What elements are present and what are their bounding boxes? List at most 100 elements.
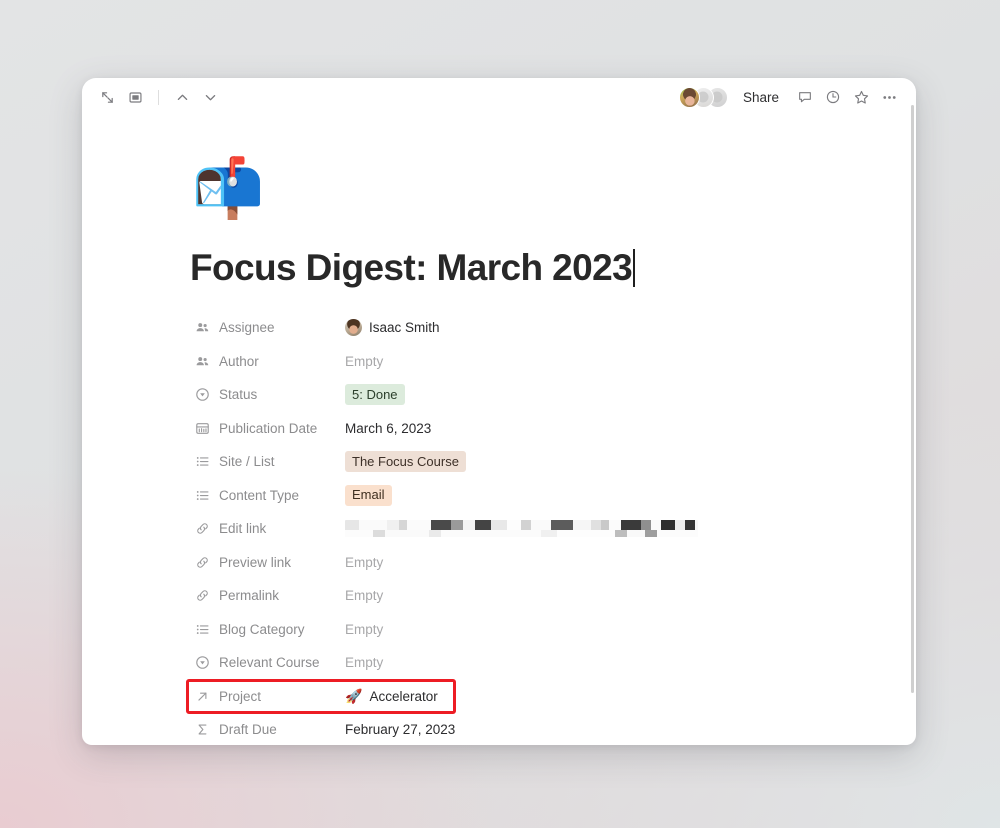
property-label-text: Author [219,353,259,369]
property-row: Project 🚀 Accelerator [190,680,916,714]
property-row: Relevant Course Empty [190,646,916,680]
property-row: Blog Category Empty [190,613,916,647]
calendar-icon [194,420,210,436]
page-title[interactable]: Focus Digest: March 2023 [190,247,635,289]
property-value-text: February 27, 2023 [345,722,456,738]
select-circle-icon [194,655,210,671]
property-value-relevant-course[interactable]: Empty [345,655,916,670]
property-label-edit-link[interactable]: Edit link [190,521,345,537]
page-title-text: Focus Digest: March 2023 [190,247,633,288]
property-empty-placeholder: Empty [345,353,384,369]
status-badge: 5: Done [345,384,405,406]
person-chip: Isaac Smith [345,319,440,337]
property-row: Assignee Isaac Smith [190,311,916,345]
property-row: Content Type Email [190,479,916,513]
link-icon [194,554,210,570]
sidebar-panel-icon[interactable] [122,84,148,110]
property-label-preview-link[interactable]: Preview link [190,554,345,570]
property-label-text: Status [219,387,258,403]
property-row: Permalink Empty [190,579,916,613]
property-label-text: Site / List [219,454,275,470]
property-value-preview-link[interactable]: Empty [345,555,916,570]
relation-emoji-icon: 🚀 [345,687,363,704]
property-label-relevant-course[interactable]: Relevant Course [190,655,345,671]
property-label-publication-date[interactable]: Publication Date [190,420,345,436]
window-toolbar: Share [82,78,916,116]
property-label-draft-due[interactable]: Draft Due [190,722,345,738]
property-empty-placeholder: Empty [345,554,384,570]
page-content: 📬 Focus Digest: March 2023 Assignee Isaac… [82,116,916,745]
text-cursor [633,249,635,287]
property-label-status[interactable]: Status [190,387,345,403]
clock-history-icon[interactable] [820,84,846,110]
property-label-author[interactable]: Author [190,353,345,369]
property-label-text: Blog Category [219,621,305,637]
link-icon [194,521,210,537]
property-label-text: Preview link [219,554,292,570]
property-label-blog-category[interactable]: Blog Category [190,621,345,637]
property-list: Assignee Isaac Smith Author Empty Status 5: D… [190,311,916,745]
property-value-content-type[interactable]: Email [345,484,916,506]
property-label-text: Edit link [219,521,267,537]
property-row: Publication Date March 6, 2023 [190,412,916,446]
property-empty-placeholder: Empty [345,621,384,637]
property-label-site-list[interactable]: Site / List [190,454,345,470]
chevron-up-icon[interactable] [169,84,195,110]
property-row: Status 5: Done [190,378,916,412]
property-row: Author Empty [190,345,916,379]
property-row: Site / List The Focus Course [190,445,916,479]
property-value-edit-link[interactable] [345,520,916,538]
property-value-project[interactable]: 🚀 Accelerator [345,688,916,705]
property-label-text: Assignee [219,320,275,336]
property-value-author[interactable]: Empty [345,354,916,369]
toolbar-divider [158,89,159,105]
person-name: Isaac Smith [369,320,440,336]
property-label-text: Draft Due [219,722,277,738]
property-empty-placeholder: Empty [345,588,384,604]
chevron-down-icon[interactable] [197,84,223,110]
page-emoji-icon[interactable]: 📬 [192,156,264,222]
select-circle-icon [194,387,210,403]
comment-icon[interactable] [792,84,818,110]
multi-select-list-icon [194,621,210,637]
property-label-text: Content Type [219,487,300,503]
property-value-status[interactable]: 5: Done [345,384,916,406]
avatar[interactable] [678,86,700,108]
property-label-text: Project [219,688,262,704]
link-icon [194,588,210,604]
property-value-draft-due[interactable]: February 27, 2023 [345,722,916,737]
property-value-blog-category[interactable]: Empty [345,622,916,637]
share-button[interactable]: Share [736,86,786,109]
avatar [345,319,362,337]
status-badge: Email [345,484,392,506]
relation-arrow-icon [194,688,210,704]
property-value-site-list[interactable]: The Focus Course [345,451,916,473]
status-badge: The Focus Course [345,451,466,473]
property-value-permalink[interactable]: Empty [345,588,916,603]
more-options-icon[interactable] [876,84,902,110]
app-window: Share 📬 Focus Digest: March 2023 Assigne… [82,78,916,745]
people-icon [194,353,210,369]
multi-select-list-icon [194,454,210,470]
property-row: Edit link [190,512,916,546]
property-label-text: Permalink [219,588,280,604]
formula-sigma-icon [194,722,210,738]
property-label-project[interactable]: Project [190,688,345,704]
property-label-permalink[interactable]: Permalink [190,588,345,604]
property-label-assignee[interactable]: Assignee [190,320,345,336]
property-label-text: Publication Date [219,420,318,436]
property-value-publication-date[interactable]: March 6, 2023 [345,421,916,436]
star-icon[interactable] [848,84,874,110]
property-value-assignee[interactable]: Isaac Smith [345,319,916,337]
toolbar-left-group [94,84,223,110]
property-label-text: Relevant Course [219,655,320,671]
relation-name: Accelerator [369,688,438,704]
people-icon [194,320,210,336]
property-row: Draft Due February 27, 2023 [190,713,916,745]
property-label-content-type[interactable]: Content Type [190,487,345,503]
expand-arrows-icon[interactable] [94,84,120,110]
redacted-link-value[interactable] [345,520,698,538]
collaborator-avatars[interactable] [677,86,728,108]
property-row: Preview link Empty [190,546,916,580]
property-empty-placeholder: Empty [345,655,384,671]
